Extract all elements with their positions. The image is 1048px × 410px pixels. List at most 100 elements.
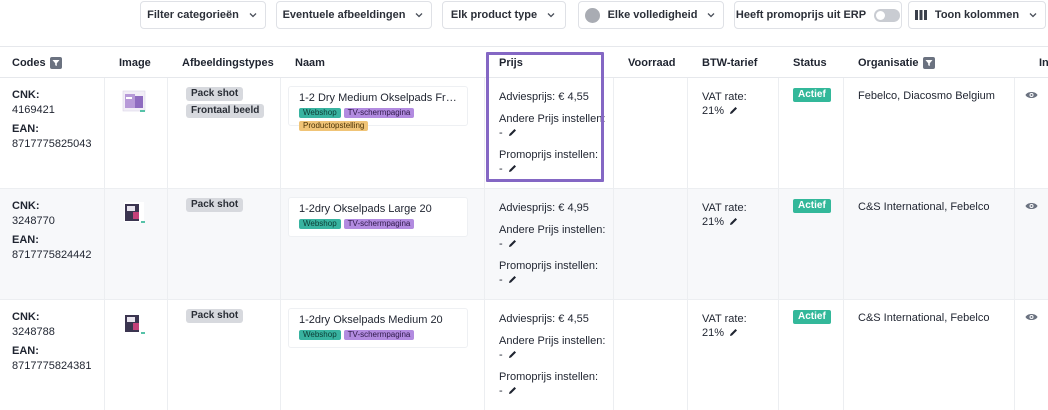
- images-filter-dropdown[interactable]: Eventuele afbeeldingen: [276, 1, 432, 29]
- product-thumbnail[interactable]: [121, 88, 149, 116]
- pencil-icon[interactable]: [508, 164, 517, 173]
- chevron-down-icon: [1027, 9, 1039, 21]
- product-name[interactable]: 1-2 Dry Medium Okselpads Fragra...: [299, 92, 457, 105]
- other-price-value: -: [499, 127, 503, 139]
- channel-chips: Webshop TV-schermpagina: [299, 219, 464, 229]
- column-header-codes[interactable]: Codes: [12, 47, 62, 79]
- price-cell: Adviesprijs: € 4,55 Andere Prijs instell…: [499, 312, 605, 398]
- chevron-down-icon: [413, 9, 425, 21]
- vat-label: VAT rate:: [702, 313, 747, 325]
- pencil-icon[interactable]: [508, 128, 517, 137]
- price-cell: Adviesprijs: € 4,95 Andere Prijs instell…: [499, 201, 605, 287]
- completeness-circle-icon: [584, 7, 600, 23]
- column-header-organisation[interactable]: Organisatie: [858, 47, 935, 79]
- product-name-cell[interactable]: 1-2 Dry Medium Okselpads Fragra... Websh…: [288, 86, 468, 131]
- image-type-tag: Frontaal beeld: [186, 104, 265, 118]
- eye-icon[interactable]: [1025, 90, 1038, 100]
- product-name[interactable]: 1-2dry Okselpads Large 20: [299, 203, 457, 216]
- channel-chips: Webshop TV-schermpagina: [299, 330, 464, 340]
- product-name[interactable]: 1-2dry Okselpads Medium 20: [299, 314, 457, 327]
- promo-erp-label: Heeft promoprijs uit ERP: [735, 9, 867, 21]
- organisation-cell: C&S International, Febelco: [858, 201, 990, 213]
- vat-label: VAT rate:: [702, 202, 747, 214]
- channel-chip-webshop: Webshop: [299, 108, 341, 118]
- product-thumbnail[interactable]: [121, 199, 149, 227]
- product-type-label: Elk product type: [450, 9, 538, 21]
- promo-erp-toggle-box[interactable]: Heeft promoprijs uit ERP: [734, 1, 902, 29]
- filter-icon[interactable]: [49, 57, 62, 69]
- table-row[interactable]: CNK: 3248788 EAN: 8717775824381 Pack sho…: [0, 300, 1048, 410]
- pencil-icon[interactable]: [508, 386, 517, 395]
- column-header-organisation-label: Organisatie: [858, 57, 919, 69]
- pencil-icon[interactable]: [729, 217, 738, 226]
- promo-price-label: Promoprijs instellen:: [499, 260, 599, 272]
- filter-icon[interactable]: [922, 57, 935, 69]
- ean-value: 8717775825043: [12, 138, 92, 150]
- pencil-icon[interactable]: [508, 239, 517, 248]
- column-header-price[interactable]: Prijs: [499, 47, 523, 79]
- column-header-vat[interactable]: BTW-tarief: [702, 47, 757, 79]
- promo-price-value: -: [499, 163, 503, 175]
- cnk-label: CNK:: [12, 200, 40, 212]
- vat-value: 21%: [702, 105, 725, 117]
- column-header-status[interactable]: Status: [793, 47, 827, 79]
- column-header-image[interactable]: Image: [119, 47, 151, 79]
- advice-price: Adviesprijs: € 4,55: [499, 91, 589, 103]
- other-price-label: Andere Prijs instellen:: [499, 113, 606, 125]
- ean-value: 8717775824381: [12, 360, 92, 372]
- product-thumbnail[interactable]: [121, 310, 149, 338]
- pencil-icon[interactable]: [729, 328, 738, 337]
- table-row[interactable]: CNK: 3248770 EAN: 8717775824442 Pack sho…: [0, 189, 1048, 300]
- category-filter-dropdown[interactable]: Filter categorieën: [140, 1, 266, 29]
- image-types-cell: Pack shot: [186, 309, 244, 323]
- ean-label: EAN:: [12, 234, 39, 246]
- codes-cell: CNK: 3248788 EAN: 8717775824381: [12, 310, 92, 378]
- filter-toolbar: Filter categorieën Eventuele afbeeldinge…: [0, 0, 1048, 34]
- codes-cell: CNK: 4169421 EAN: 8717775825043: [12, 88, 92, 156]
- columns-icon: [914, 10, 927, 20]
- chevron-down-icon: [545, 9, 557, 21]
- cnk-value: 4169421: [12, 104, 55, 116]
- images-filter-label: Eventuele afbeeldingen: [282, 9, 406, 21]
- channel-chip-tv: TV-schermpagina: [343, 108, 415, 118]
- cnk-value: 3248770: [12, 215, 55, 227]
- promo-price-value: -: [499, 274, 503, 286]
- promo-price-label: Promoprijs instellen:: [499, 371, 599, 383]
- advice-price: Adviesprijs: € 4,55: [499, 313, 589, 325]
- vat-label: VAT rate:: [702, 91, 747, 103]
- columns-dropdown[interactable]: Toon kolommen: [908, 1, 1046, 29]
- vat-value: 21%: [702, 327, 725, 339]
- channel-chip-webshop: Webshop: [299, 330, 341, 340]
- pencil-icon[interactable]: [508, 350, 517, 359]
- channel-chip-tv: TV-schermpagina: [343, 330, 415, 340]
- eye-icon[interactable]: [1025, 312, 1038, 322]
- other-price-label: Andere Prijs instellen:: [499, 224, 606, 236]
- pencil-icon[interactable]: [729, 106, 738, 115]
- promo-price-value: -: [499, 385, 503, 397]
- product-name-cell[interactable]: 1-2dry Okselpads Medium 20 Webshop TV-sc…: [288, 308, 468, 348]
- completeness-label: Elke volledigheid: [607, 9, 698, 21]
- column-header-name[interactable]: Naam: [295, 47, 325, 79]
- promo-erp-toggle[interactable]: [874, 8, 901, 22]
- chevron-down-icon: [247, 9, 259, 21]
- cnk-label: CNK:: [12, 89, 40, 101]
- column-header-info[interactable]: In: [1039, 47, 1048, 79]
- completeness-dropdown[interactable]: Elke volledigheid: [578, 1, 724, 29]
- product-name-cell[interactable]: 1-2dry Okselpads Large 20 Webshop TV-sch…: [288, 197, 468, 237]
- column-header-image-types[interactable]: Afbeeldingstypes: [182, 47, 274, 79]
- codes-cell: CNK: 3248770 EAN: 8717775824442: [12, 199, 92, 267]
- eye-icon[interactable]: [1025, 201, 1038, 211]
- table-row[interactable]: CNK: 4169421 EAN: 8717775825043 Pack sho…: [0, 78, 1048, 189]
- product-type-dropdown[interactable]: Elk product type: [442, 1, 566, 29]
- image-types-cell: Pack shot Frontaal beeld: [186, 87, 265, 118]
- image-type-tag: Pack shot: [186, 309, 244, 323]
- column-header-stock[interactable]: Voorraad: [628, 47, 675, 79]
- status-badge: Actief: [793, 88, 831, 102]
- column-header-codes-label: Codes: [12, 57, 46, 69]
- price-cell: Adviesprijs: € 4,55 Andere Prijs instell…: [499, 90, 605, 176]
- pencil-icon[interactable]: [508, 275, 517, 284]
- cnk-value: 3248788: [12, 326, 55, 338]
- channel-chip-product: Productopstelling: [299, 121, 369, 131]
- vat-cell: VAT rate: 21%: [702, 201, 747, 229]
- promo-price-label: Promoprijs instellen:: [499, 149, 599, 161]
